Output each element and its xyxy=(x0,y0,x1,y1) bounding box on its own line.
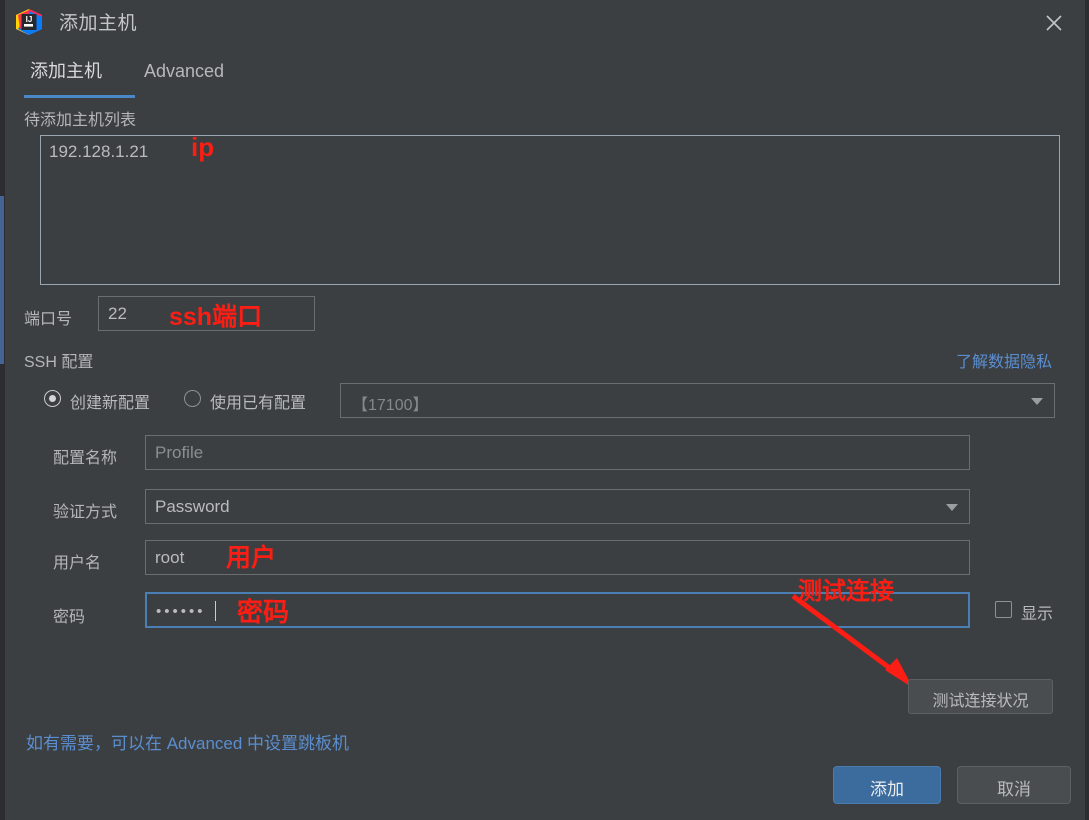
screen: IJ 添加主机 添加主机 Advanced 待添加主机列表 192.128.1.… xyxy=(0,0,1089,820)
port-label: 端口号 xyxy=(24,311,73,328)
port-value: 22 xyxy=(108,304,127,323)
radio-outer-circle xyxy=(184,390,201,407)
ide-background-accent-strip xyxy=(0,196,4,364)
auth-method-value: Password xyxy=(155,497,230,516)
active-tab-indicator xyxy=(24,95,135,98)
password-value: •••••• xyxy=(156,603,206,620)
radio-inner-dot xyxy=(49,395,56,402)
radio-create-new-config-label: 创建新配置 xyxy=(70,395,151,412)
advanced-jump-host-hint[interactable]: 如有需要，可以在 Advanced 中设置跳板机 xyxy=(26,729,349,754)
data-privacy-link[interactable]: 了解数据隐私 xyxy=(956,348,1052,372)
password-label: 密码 xyxy=(53,609,86,626)
host-list-textarea[interactable]: 192.128.1.21 xyxy=(40,135,1060,285)
auth-method-label: 验证方式 xyxy=(53,504,118,521)
close-icon[interactable] xyxy=(1031,2,1077,42)
auth-method-select[interactable]: Password xyxy=(145,489,970,524)
show-password-label: 显示 xyxy=(1021,606,1054,623)
ssh-config-label: SSH 配置 xyxy=(24,354,94,371)
cancel-button-label: 取消 xyxy=(997,780,1031,799)
profile-name-value: Profile xyxy=(155,443,204,462)
existing-config-select[interactable]: 【17100】 xyxy=(340,383,1055,418)
profile-name-input[interactable]: Profile xyxy=(145,435,970,470)
tab-advanced-label: Advanced xyxy=(144,61,225,81)
chevron-down-icon xyxy=(946,504,958,511)
chevron-down-icon xyxy=(1031,398,1043,405)
text-caret xyxy=(215,601,216,621)
username-input[interactable]: root xyxy=(145,540,970,575)
svg-text:IJ: IJ xyxy=(26,15,33,24)
existing-config-value: 【17100】 xyxy=(352,397,429,414)
add-host-dialog: IJ 添加主机 添加主机 Advanced 待添加主机列表 192.128.1.… xyxy=(5,0,1085,820)
intellij-idea-icon: IJ xyxy=(16,9,42,35)
test-connection-button-label: 测试连接状况 xyxy=(932,693,1029,710)
host-list-value: 192.128.1.21 xyxy=(49,142,149,161)
username-value: root xyxy=(155,548,185,567)
add-button-label: 添加 xyxy=(870,780,904,799)
host-list-label: 待添加主机列表 xyxy=(24,112,137,129)
tab-add-host-label: 添加主机 xyxy=(30,61,102,81)
dialog-tabs: 添加主机 Advanced xyxy=(5,56,1085,99)
tab-advanced[interactable]: Advanced xyxy=(144,56,224,97)
test-connection-button[interactable]: 测试连接状况 xyxy=(908,679,1053,714)
ide-background-right-edge xyxy=(1085,0,1089,820)
checkbox-box xyxy=(995,601,1012,618)
radio-use-existing-config-label: 使用已有配置 xyxy=(210,395,307,412)
dialog-title: 添加主机 xyxy=(59,13,138,34)
tab-add-host[interactable]: 添加主机 xyxy=(30,56,102,97)
port-input[interactable]: 22 xyxy=(98,296,315,331)
username-label: 用户名 xyxy=(53,555,102,572)
dialog-titlebar: IJ 添加主机 xyxy=(5,0,1085,45)
password-input[interactable]: •••••• xyxy=(145,592,970,628)
profile-name-label: 配置名称 xyxy=(53,450,118,467)
add-button[interactable]: 添加 xyxy=(833,766,941,804)
cancel-button[interactable]: 取消 xyxy=(957,766,1071,804)
